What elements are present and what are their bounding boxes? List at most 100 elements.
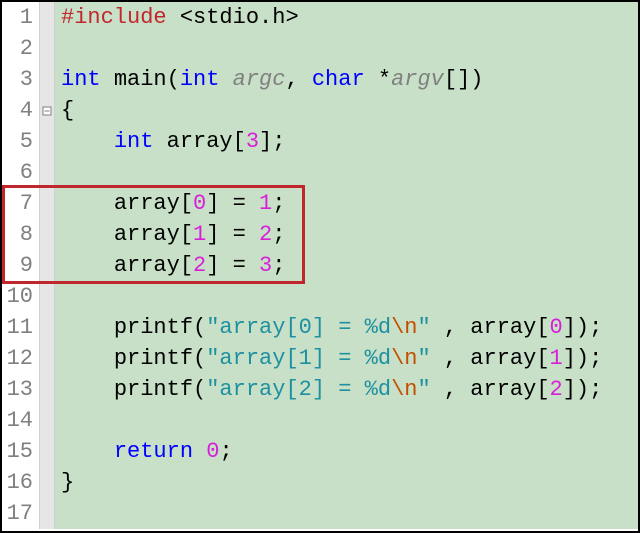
code-token: [ — [180, 222, 193, 247]
line-number: 3 — [2, 64, 40, 95]
line-number: 1 — [2, 2, 40, 33]
code-line[interactable]: 1 #include <stdio.h> — [2, 2, 638, 33]
code-token — [193, 439, 206, 464]
code-content[interactable] — [55, 498, 638, 529]
line-number: 16 — [2, 467, 40, 498]
line-number: 6 — [2, 157, 40, 188]
code-token: ]); — [563, 346, 603, 371]
code-token: ( — [193, 377, 206, 402]
code-token: int — [61, 67, 101, 92]
code-token: array — [114, 253, 180, 278]
code-token: 0 — [206, 439, 219, 464]
code-token — [61, 191, 114, 216]
code-line[interactable]: 5 int array[3]; — [2, 126, 638, 157]
code-token: * — [378, 67, 391, 92]
code-token — [365, 67, 378, 92]
code-token: ; — [272, 222, 285, 247]
code-token: [ — [536, 315, 549, 340]
code-line[interactable]: 12 printf("array[1] = %d\n" , array[1]); — [2, 343, 638, 374]
code-token: []) — [444, 67, 484, 92]
code-token: array — [470, 346, 536, 371]
fold-column — [40, 343, 55, 374]
code-token: ] = — [206, 191, 259, 216]
code-token: int — [114, 129, 154, 154]
code-line[interactable]: 6 — [2, 157, 638, 188]
code-token: ( — [193, 315, 206, 340]
code-token: 0 — [550, 315, 563, 340]
code-line[interactable]: 11 printf("array[0] = %d\n" , array[0]); — [2, 312, 638, 343]
code-content[interactable]: printf("array[2] = %d\n" , array[2]); — [55, 374, 638, 405]
code-content[interactable] — [55, 157, 638, 188]
code-token — [61, 315, 114, 340]
code-token — [61, 253, 114, 278]
code-line[interactable]: 13 printf("array[2] = %d\n" , array[2]); — [2, 374, 638, 405]
code-token: , — [444, 346, 470, 371]
fold-column — [40, 219, 55, 250]
code-line[interactable]: 14 — [2, 405, 638, 436]
code-token: , — [444, 377, 470, 402]
code-line[interactable]: 2 — [2, 33, 638, 64]
fold-toggle-icon[interactable] — [43, 106, 52, 115]
code-line[interactable]: 4{ — [2, 95, 638, 126]
code-token: ]); — [563, 377, 603, 402]
code-line[interactable]: 3int main(int argc, char *argv[]) — [2, 64, 638, 95]
code-token: 2 — [259, 222, 272, 247]
code-token: ] = — [206, 222, 259, 247]
code-token — [167, 5, 180, 30]
code-token: ] = — [206, 253, 259, 278]
fold-column — [40, 250, 55, 281]
code-line[interactable]: 7 array[0] = 1; — [2, 188, 638, 219]
fold-column — [40, 374, 55, 405]
code-token: " — [417, 346, 430, 371]
code-token: ( — [167, 67, 180, 92]
code-content[interactable]: int main(int argc, char *argv[]) — [55, 64, 638, 95]
code-content[interactable] — [55, 281, 638, 312]
code-token: [ — [536, 377, 549, 402]
code-token: [ — [233, 129, 246, 154]
code-content[interactable] — [55, 405, 638, 436]
code-token: array — [470, 377, 536, 402]
code-token: ]; — [259, 129, 285, 154]
code-token: ( — [193, 346, 206, 371]
code-content[interactable]: #include <stdio.h> — [55, 2, 638, 33]
code-content[interactable]: printf("array[0] = %d\n" , array[0]); — [55, 312, 638, 343]
code-line[interactable]: 16} — [2, 467, 638, 498]
code-token: ; — [272, 191, 285, 216]
code-token: , — [444, 315, 470, 340]
code-token — [219, 67, 232, 92]
code-line[interactable]: 9 array[2] = 3; — [2, 250, 638, 281]
code-line[interactable]: 15 return 0; — [2, 436, 638, 467]
code-token: [ — [180, 191, 193, 216]
line-number: 4 — [2, 95, 40, 126]
code-content[interactable]: { — [55, 95, 638, 126]
line-number: 17 — [2, 498, 40, 529]
code-line[interactable]: 17 — [2, 498, 638, 529]
code-token: \n — [391, 346, 417, 371]
code-content[interactable] — [55, 33, 638, 64]
code-content[interactable]: return 0; — [55, 436, 638, 467]
code-line[interactable]: 8 array[1] = 2; — [2, 219, 638, 250]
code-content[interactable]: array[1] = 2; — [55, 219, 638, 250]
line-number: 14 — [2, 405, 40, 436]
code-editor[interactable]: 1#include <stdio.h>23int main(int argc, … — [0, 0, 640, 533]
code-token: printf — [114, 315, 193, 340]
fold-column — [40, 126, 55, 157]
code-content[interactable]: } — [55, 467, 638, 498]
code-content[interactable]: int array[3]; — [55, 126, 638, 157]
code-token: ; — [272, 253, 285, 278]
code-line[interactable]: 10 — [2, 281, 638, 312]
code-content[interactable]: array[2] = 3; — [55, 250, 638, 281]
code-token — [153, 129, 166, 154]
line-number: 15 — [2, 436, 40, 467]
code-token: " — [417, 315, 430, 340]
code-content[interactable]: printf("array[1] = %d\n" , array[1]); — [55, 343, 638, 374]
fold-column — [40, 312, 55, 343]
code-token: "array[0] = %d — [206, 315, 391, 340]
code-token: "array[2] = %d — [206, 377, 391, 402]
code-content[interactable]: array[0] = 1; — [55, 188, 638, 219]
code-token: array — [114, 222, 180, 247]
code-token: array — [470, 315, 536, 340]
code-token: printf — [114, 377, 193, 402]
fold-column — [40, 95, 55, 126]
code-token: 0 — [193, 191, 206, 216]
